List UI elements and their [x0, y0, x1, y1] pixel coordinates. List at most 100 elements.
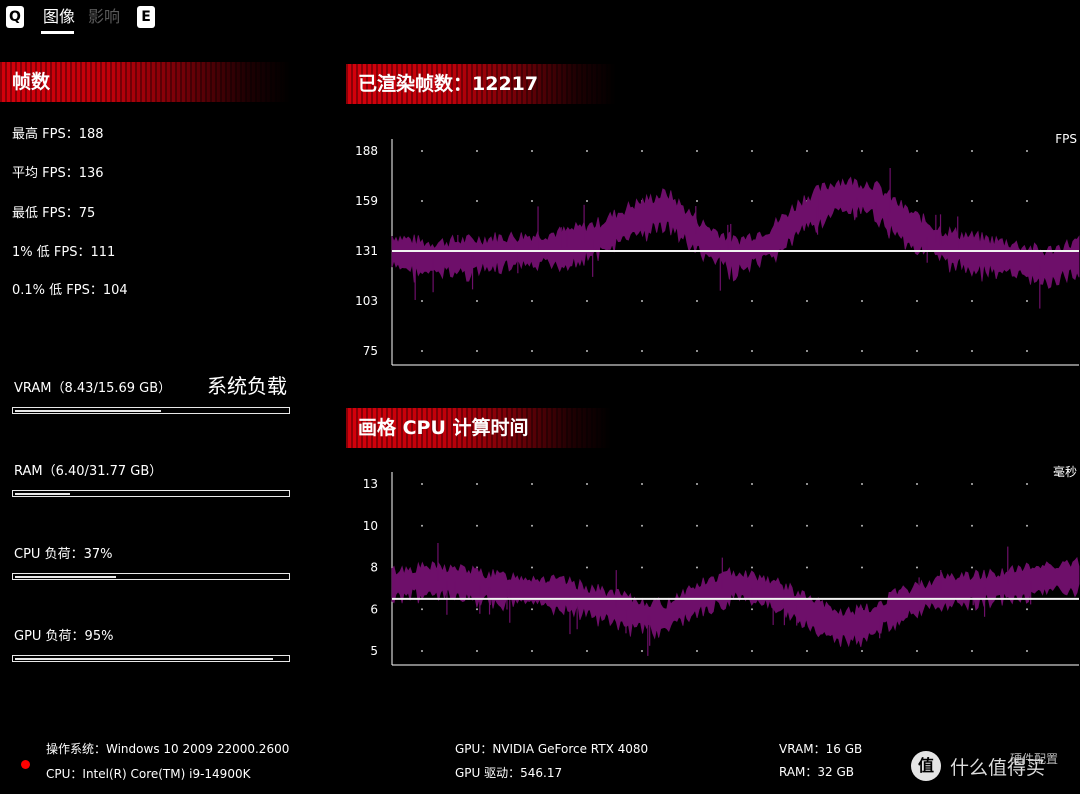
- grid-dot: [531, 200, 533, 202]
- series-area: [391, 176, 1080, 289]
- grid-dot: [806, 300, 808, 302]
- grid-dot: [641, 650, 643, 652]
- grid-dot: [421, 150, 423, 152]
- grid-dot: [531, 300, 533, 302]
- grid-dot: [1026, 650, 1028, 652]
- grid-dot: [806, 524, 808, 527]
- grid-dot: [751, 608, 753, 611]
- cpu-load-fill: [15, 576, 116, 578]
- cpu-load-label: CPU 负荷：37%: [14, 547, 113, 562]
- grid-dot: [916, 566, 918, 569]
- rendered-frames-title: 已渲染帧数：12217: [358, 73, 539, 95]
- grid-dot: [1026, 608, 1028, 611]
- grid-dot: [751, 650, 753, 652]
- grid-dot: [1026, 200, 1028, 202]
- grid-dot: [586, 350, 588, 352]
- q-key-hint[interactable]: Q: [6, 6, 24, 28]
- unit-label: 毫秒: [1053, 464, 1077, 479]
- grid-dot: [421, 650, 423, 652]
- grid-dot: [751, 566, 753, 569]
- y-tick-label: 75: [363, 344, 378, 358]
- grid-dot: [861, 566, 863, 569]
- grid-dot: [861, 350, 863, 352]
- frames-section-header: 帧数: [0, 62, 290, 102]
- y-tick-label: 13: [363, 477, 378, 491]
- grid-dot: [916, 524, 918, 527]
- gpu-driver-info: GPU 驱动：546.17: [455, 766, 563, 780]
- cpu-load-bar: [12, 573, 290, 580]
- grid-dot: [476, 200, 478, 202]
- grid-dot: [586, 200, 588, 202]
- y-tick-label: 10: [363, 519, 378, 533]
- low-01pct-fps-stat: 0.1% 低 FPS：104: [12, 283, 128, 298]
- grid-dot: [1026, 350, 1028, 352]
- y-tick-label: 6: [370, 602, 378, 616]
- os-info: 操作系统：Windows 10 2009 22000.2600: [46, 742, 290, 756]
- avg-fps-stat: 平均 FPS：136: [12, 166, 104, 181]
- system-load-title: 系统负载: [207, 374, 287, 398]
- e-key-hint[interactable]: E: [137, 6, 155, 28]
- vram-load-fill: [15, 410, 161, 412]
- cpu-time-header: 画格 CPU 计算时间: [346, 408, 611, 448]
- grid-dot: [696, 483, 698, 485]
- max-fps-stat: 最高 FPS：188: [12, 127, 104, 142]
- y-tick-label: 103: [355, 294, 378, 308]
- rendered-frames-header: 已渲染帧数：12217: [346, 64, 616, 104]
- grid-dot: [971, 200, 973, 202]
- vram-load-bar: [12, 407, 290, 414]
- grid-dot: [531, 150, 533, 152]
- grid-dot: [531, 566, 533, 569]
- grid-dot: [421, 300, 423, 302]
- grid-dot: [531, 608, 533, 611]
- watermark-text: 什么值得买: [950, 757, 1046, 779]
- grid-dot: [531, 350, 533, 352]
- grid-dot: [476, 650, 478, 652]
- series-area: [391, 556, 1080, 648]
- gpu-load-bar: [12, 655, 290, 662]
- grid-dot: [751, 150, 753, 152]
- ram-info: RAM：32 GB: [779, 765, 855, 779]
- y-tick-label: 159: [355, 194, 378, 208]
- grid-dot: [1026, 524, 1028, 527]
- grid-dot: [971, 150, 973, 152]
- grid-dot: [531, 524, 533, 527]
- grid-dot: [751, 300, 753, 302]
- vram-load-label: VRAM（8.43/15.69 GB）: [14, 381, 172, 396]
- grid-dot: [696, 200, 698, 202]
- grid-dot: [751, 200, 753, 202]
- grid-dot: [971, 650, 973, 652]
- grid-dot: [806, 650, 808, 652]
- grid-dot: [1026, 483, 1028, 485]
- min-fps-stat: 最低 FPS：75: [12, 206, 96, 221]
- y-tick-label: 5: [370, 644, 378, 658]
- y-tick-label: 188: [355, 144, 378, 158]
- tab-image[interactable]: 图像: [43, 6, 75, 28]
- grid-dot: [421, 350, 423, 352]
- cpu-time-chart: 13 10 8 6 5 毫秒: [363, 464, 1080, 666]
- vram-info: VRAM：16 GB: [779, 742, 863, 756]
- active-tab-indicator: [41, 31, 74, 34]
- grid-dot: [696, 524, 698, 527]
- grid-dot: [586, 566, 588, 569]
- grid-dot: [916, 650, 918, 652]
- grid-dot: [861, 150, 863, 152]
- grid-dot: [1026, 300, 1028, 302]
- grid-dot: [806, 350, 808, 352]
- grid-dot: [421, 524, 423, 527]
- grid-dot: [971, 350, 973, 352]
- grid-dot: [861, 300, 863, 302]
- grid-dot: [421, 200, 423, 202]
- gpu-load-label: GPU 负荷：95%: [14, 629, 114, 644]
- grid-dot: [971, 524, 973, 527]
- tab-impact[interactable]: 影响: [88, 6, 120, 28]
- grid-dot: [696, 350, 698, 352]
- grid-dot: [641, 524, 643, 527]
- grid-dot: [586, 150, 588, 152]
- grid-dot: [531, 650, 533, 652]
- ram-load-bar: [12, 490, 290, 497]
- grid-dot: [421, 483, 423, 485]
- y-tick-label: 131: [355, 244, 378, 258]
- grid-dot: [861, 483, 863, 485]
- grid-dot: [971, 300, 973, 302]
- gpu-info: GPU：NVIDIA GeForce RTX 4080: [455, 742, 649, 756]
